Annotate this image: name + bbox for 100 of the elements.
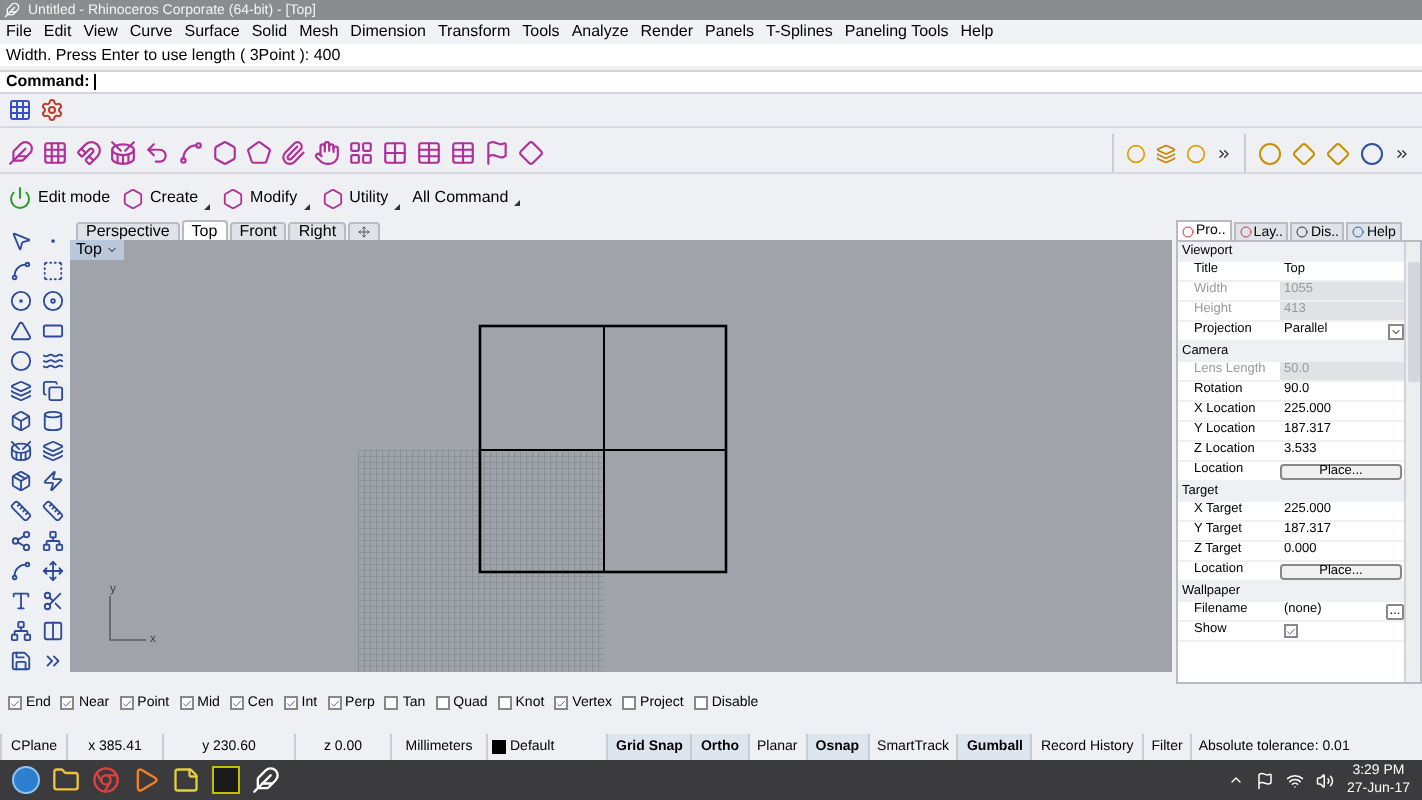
curve-icon[interactable]	[178, 140, 204, 166]
hexagon-icon	[122, 187, 145, 209]
viewport-tab[interactable]: Top	[181, 220, 228, 240]
menu-item[interactable]: Dimension	[350, 24, 426, 40]
disc-icon[interactable]	[42, 290, 65, 312]
menu-item[interactable]: Paneling Tools	[844, 24, 949, 40]
start-button[interactable]	[12, 766, 40, 794]
package-icon[interactable]	[9, 470, 32, 492]
flag-icon[interactable]	[484, 140, 510, 166]
menu-item[interactable]: Help	[960, 24, 994, 40]
volume-icon[interactable]	[1316, 771, 1335, 789]
folder-icon[interactable]	[52, 766, 80, 794]
menu-button[interactable]: Modify	[222, 187, 310, 209]
divided-square-drawing[interactable]	[478, 324, 728, 574]
hexagon-icon	[321, 187, 344, 209]
drum-icon[interactable]	[9, 440, 32, 462]
curved-arrow-icon[interactable]	[144, 140, 170, 166]
menu-button[interactable]: Utility	[321, 187, 401, 209]
viewport-tab[interactable]: Front	[229, 222, 287, 240]
show-checkbox[interactable]	[1284, 624, 1298, 638]
curve-icon[interactable]	[42, 350, 65, 372]
check-icon	[62, 697, 73, 709]
ruler-icon[interactable]	[42, 500, 65, 522]
menu-item[interactable]: T-Splines	[766, 24, 833, 40]
paperclip-icon[interactable]	[280, 140, 306, 166]
menu-item[interactable]: Solid	[251, 24, 288, 40]
columns-icon[interactable]	[42, 620, 65, 642]
magnet-icon[interactable]	[76, 140, 102, 166]
menu-button[interactable]: All Command	[412, 190, 521, 206]
menu-item[interactable]: Tools	[522, 24, 560, 40]
double-chevron-icon[interactable]	[1394, 145, 1410, 161]
check-icon	[556, 697, 567, 709]
copy-icon[interactable]	[42, 380, 65, 402]
triangle-icon[interactable]	[9, 320, 32, 342]
menu-item[interactable]: Render	[640, 24, 694, 40]
add-tab-button[interactable]	[348, 222, 381, 240]
edit-mode-button[interactable]: Edit mode	[8, 186, 111, 210]
scissors-icon[interactable]	[42, 590, 65, 612]
viewport-label[interactable]: Top	[70, 240, 124, 260]
menu-item[interactable]: File	[6, 24, 32, 40]
scrollbar[interactable]	[1404, 242, 1420, 682]
sticky-note-icon[interactable]	[172, 766, 200, 794]
command-history: Width. Press Enter to use length ( 3Point ): 400	[0, 44, 1422, 66]
move-icon[interactable]	[42, 560, 65, 582]
menu-item[interactable]: Mesh	[299, 24, 339, 40]
diamond-icon[interactable]	[518, 140, 544, 166]
text-icon[interactable]	[9, 590, 32, 612]
circle-icon[interactable]	[9, 350, 32, 372]
viewport-tab[interactable]: Right	[288, 222, 347, 240]
pointer-icon[interactable]	[9, 230, 32, 252]
table-icon[interactable]	[450, 140, 476, 166]
network-icon[interactable]	[42, 530, 65, 552]
pentagon-icon[interactable]	[246, 140, 272, 166]
drum-icon[interactable]	[110, 140, 136, 166]
ruler-icon[interactable]	[9, 500, 32, 522]
check-icon	[10, 697, 20, 709]
hexagon-icon[interactable]	[212, 140, 238, 166]
check-icon	[121, 697, 132, 709]
menu-button[interactable]: Create	[122, 187, 211, 209]
menu-item[interactable]: View	[83, 24, 118, 40]
check-icon	[231, 697, 242, 709]
menu-item[interactable]: Curve	[129, 24, 173, 40]
cylinder-icon[interactable]	[42, 410, 65, 432]
menu-item[interactable]: Analyze	[571, 24, 629, 40]
corner-arrow-icon	[394, 203, 401, 209]
menu-item[interactable]: Panels	[705, 24, 754, 40]
rectangle-icon[interactable]	[42, 320, 65, 342]
hand-icon[interactable]	[314, 140, 340, 166]
network-icon[interactable]	[1286, 771, 1305, 789]
rectangle-icon[interactable]	[42, 260, 65, 282]
lightning-icon[interactable]	[42, 470, 65, 492]
menu-item[interactable]: Edit	[43, 24, 72, 40]
grid-icon[interactable]	[382, 140, 408, 166]
grid-icon[interactable]	[42, 140, 68, 166]
viewport-tab[interactable]: Perspective	[76, 222, 180, 240]
check-icon	[181, 697, 192, 709]
network-icon[interactable]	[9, 620, 32, 642]
double-chevron-icon[interactable]	[1216, 145, 1232, 161]
grid-icon[interactable]	[348, 140, 374, 166]
table-icon[interactable]	[416, 140, 442, 166]
nodes-icon[interactable]	[9, 530, 32, 552]
chevron-down-icon	[105, 244, 118, 256]
layers-icon[interactable]	[42, 440, 65, 462]
command-field[interactable]: Command:	[0, 70, 1422, 94]
power-icon	[8, 186, 32, 210]
hexagon-icon	[222, 187, 245, 209]
surface-icon[interactable]	[9, 380, 32, 402]
play-icon[interactable]	[132, 766, 160, 794]
browser-icon[interactable]	[92, 766, 120, 794]
corner-arrow-icon	[514, 200, 521, 206]
command-label: Command:	[6, 74, 90, 90]
menu-item[interactable]: Transform	[437, 24, 511, 40]
polyline-icon[interactable]	[9, 260, 32, 282]
curve-icon[interactable]	[9, 560, 32, 582]
double-chevron-icon[interactable]	[42, 650, 65, 672]
menu-item[interactable]: Surface	[184, 24, 240, 40]
circle-icon	[1296, 226, 1309, 238]
feather-icon[interactable]	[8, 140, 34, 166]
circle-icon[interactable]	[9, 290, 32, 312]
box-icon[interactable]	[9, 410, 32, 432]
